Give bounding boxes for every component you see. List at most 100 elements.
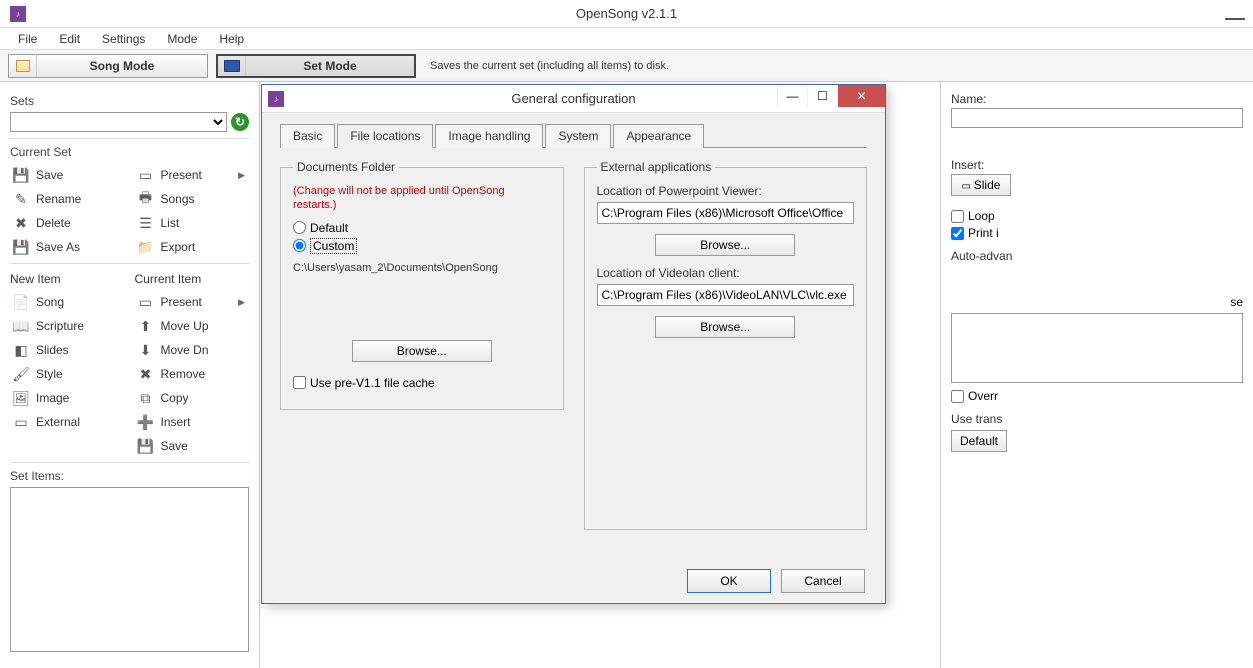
current-set-label: Current Set xyxy=(10,145,249,159)
ci-movedn[interactable]: ⬇Move Dn xyxy=(135,338,250,362)
present-icon: ▭ xyxy=(137,166,155,184)
copy-icon: ⧉ xyxy=(137,389,155,407)
menu-help[interactable]: Help xyxy=(209,29,254,49)
moveup-icon: ⬆ xyxy=(137,317,155,335)
sidebar-item-songs[interactable]: 🖶Songs xyxy=(135,187,250,211)
chevron-right-icon: ▶ xyxy=(238,297,249,308)
current-item-label: Current Item xyxy=(135,272,250,286)
listbox[interactable] xyxy=(951,313,1243,383)
new-item-label: New Item xyxy=(10,272,125,286)
ci-moveup[interactable]: ⬆Move Up xyxy=(135,314,250,338)
save-icon: 💾 xyxy=(137,437,155,455)
default-button[interactable]: Default xyxy=(951,430,1007,452)
toolbar: Song Mode Set Mode Saves the current set… xyxy=(0,50,1253,82)
song-mode-button[interactable]: Song Mode xyxy=(8,54,208,78)
menu-edit[interactable]: Edit xyxy=(49,29,90,49)
se-label: se xyxy=(951,295,1243,309)
save-icon: 💾 xyxy=(12,166,30,184)
sidebar-item-present[interactable]: ▭Present▶ xyxy=(135,163,250,187)
image-icon: 🖼 xyxy=(12,389,30,407)
loop-checkbox[interactable] xyxy=(951,210,964,223)
vlc-path-input[interactable] xyxy=(597,284,855,306)
menu-mode[interactable]: Mode xyxy=(157,29,207,49)
minimize-indicator[interactable] xyxy=(1225,4,1245,20)
sets-dropdown[interactable] xyxy=(10,112,227,132)
export-icon: 📁 xyxy=(137,238,155,256)
custom-radio[interactable] xyxy=(293,239,306,252)
new-scripture[interactable]: 📖Scripture xyxy=(10,314,125,338)
tab-file-locations[interactable]: File locations xyxy=(337,124,433,148)
style-icon: 🖌 xyxy=(12,365,30,383)
app-title: OpenSong v2.1.1 xyxy=(0,6,1253,21)
refresh-icon[interactable]: ↻ xyxy=(231,113,249,131)
toolbar-hint: Saves the current set (including all ite… xyxy=(430,60,669,72)
new-style[interactable]: 🖌Style xyxy=(10,362,125,386)
dialog-icon: ♪ xyxy=(268,91,284,107)
ppt-browse-button[interactable]: Browse... xyxy=(655,234,795,256)
songs-icon: 🖶 xyxy=(137,190,155,208)
ppt-path-input[interactable] xyxy=(597,202,855,224)
menubar: File Edit Settings Mode Help xyxy=(0,28,1253,50)
autoadv-label: Auto-advan xyxy=(951,249,1243,263)
menu-settings[interactable]: Settings xyxy=(92,29,155,49)
overr-checkbox[interactable] xyxy=(951,390,964,403)
cancel-button[interactable]: Cancel xyxy=(781,569,865,593)
dialog-minimize-button[interactable]: — xyxy=(777,85,807,107)
delete-icon: ✖ xyxy=(12,214,30,232)
sidebar-item-rename[interactable]: ✎Rename xyxy=(10,187,125,211)
menu-file[interactable]: File xyxy=(8,29,47,49)
ci-save[interactable]: 💾Save xyxy=(135,434,250,458)
sidebar-item-save[interactable]: 💾Save xyxy=(10,163,125,187)
main-titlebar: ♪ OpenSong v2.1.1 xyxy=(0,0,1253,28)
dialog-close-button[interactable]: ✕ xyxy=(837,85,885,107)
documents-folder-group: Documents Folder (Change will not be app… xyxy=(280,160,564,410)
tab-basic[interactable]: Basic xyxy=(280,124,335,148)
docs-browse-button[interactable]: Browse... xyxy=(352,340,492,362)
tab-image-handling[interactable]: Image handling xyxy=(435,124,543,148)
new-image[interactable]: 🖼Image xyxy=(10,386,125,410)
slide-button[interactable]: ▭ Slide xyxy=(951,174,1011,196)
sidebar-item-list[interactable]: ☰List xyxy=(135,211,250,235)
slides-icon: ◧ xyxy=(12,341,30,359)
new-external[interactable]: ▭External xyxy=(10,410,125,434)
default-radio[interactable] xyxy=(293,221,306,234)
tab-system[interactable]: System xyxy=(545,124,611,148)
vlc-browse-button[interactable]: Browse... xyxy=(655,316,795,338)
song-icon: 📄 xyxy=(12,293,30,311)
print-checkbox[interactable] xyxy=(951,227,964,240)
docs-legend: Documents Folder xyxy=(293,160,399,174)
scripture-icon: 📖 xyxy=(12,317,30,335)
new-slides[interactable]: ◧Slides xyxy=(10,338,125,362)
present-icon: ▭ xyxy=(137,293,155,311)
list-icon: ☰ xyxy=(137,214,155,232)
ppt-label: Location of Powerpoint Viewer: xyxy=(597,184,855,198)
set-mode-button[interactable]: Set Mode xyxy=(216,54,416,78)
ok-button[interactable]: OK xyxy=(687,569,771,593)
dialog-tabs: Basic File locations Image handling Syst… xyxy=(280,123,867,148)
song-mode-label: Song Mode xyxy=(37,59,207,73)
name-input[interactable] xyxy=(951,108,1243,128)
tab-appearance[interactable]: Appearance xyxy=(613,124,704,148)
sidebar-item-export[interactable]: 📁Export xyxy=(135,235,250,259)
properties-panel: Name: Insert: ▭ Slide Loop Print i Auto-… xyxy=(940,82,1253,668)
cache-checkbox[interactable] xyxy=(293,376,306,389)
dialog-titlebar[interactable]: ♪ General configuration — ☐ ✕ xyxy=(262,85,885,113)
chevron-right-icon: ▶ xyxy=(238,170,249,181)
restart-warning: (Change will not be applied until OpenSo… xyxy=(293,184,551,213)
ci-remove[interactable]: ✖Remove xyxy=(135,362,250,386)
ci-present[interactable]: ▭Present▶ xyxy=(135,290,250,314)
dialog-maximize-button[interactable]: ☐ xyxy=(807,85,837,107)
sidebar-item-delete[interactable]: ✖Delete xyxy=(10,211,125,235)
set-items-list[interactable] xyxy=(10,487,249,652)
set-mode-icon xyxy=(218,56,246,76)
ci-copy[interactable]: ⧉Copy xyxy=(135,386,250,410)
vlc-label: Location of Videolan client: xyxy=(597,266,855,280)
ext-legend: External applications xyxy=(597,160,716,174)
external-icon: ▭ xyxy=(12,413,30,431)
sidebar-item-saveas[interactable]: 💾Save As xyxy=(10,235,125,259)
new-song[interactable]: 📄Song xyxy=(10,290,125,314)
ci-insert[interactable]: ➕Insert xyxy=(135,410,250,434)
name-label: Name: xyxy=(951,92,1243,106)
rename-icon: ✎ xyxy=(12,190,30,208)
insert-label: Insert: xyxy=(951,158,1243,172)
